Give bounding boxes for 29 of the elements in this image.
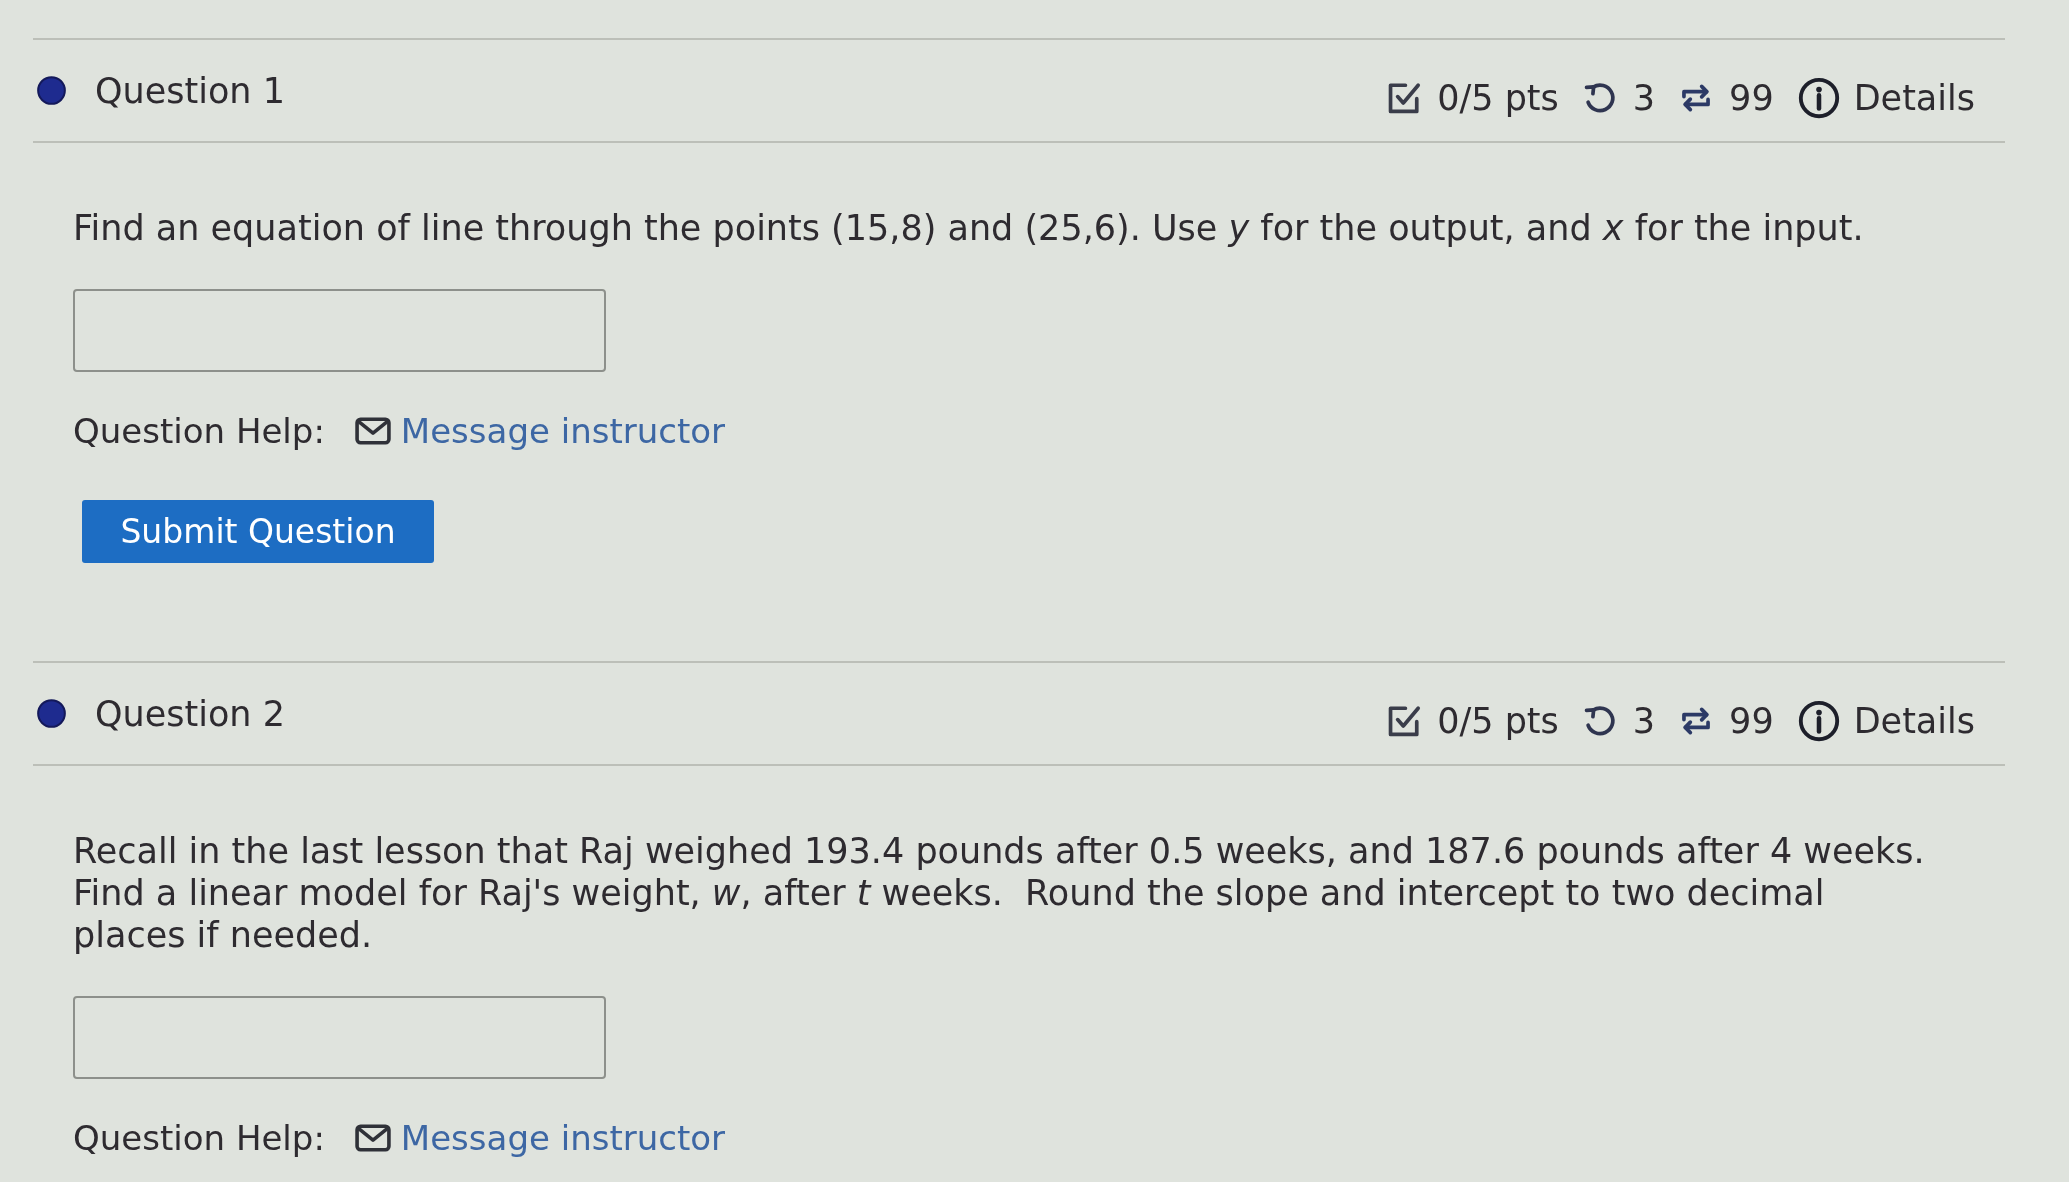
envelope-icon	[354, 417, 391, 445]
submit-button[interactable]: Submit Question	[82, 500, 434, 563]
details-button[interactable]: Details	[1797, 699, 1975, 742]
question-title: Question 1	[95, 69, 285, 112]
question-text: Find an equation of line through the points (15,8) and (25,6). Use y for the output, and x for the input.	[73, 207, 1865, 249]
counterclockwise-arrow-icon	[1582, 703, 1617, 738]
retries-count: 99	[1729, 699, 1774, 742]
help-label: Question Help:	[73, 410, 325, 453]
retries-count: 99	[1729, 76, 1774, 119]
help-label: Question Help:	[73, 1117, 325, 1160]
answer-field[interactable]	[73, 289, 606, 372]
checkbox-icon	[1387, 80, 1422, 115]
points-text: 0/5 pts	[1437, 76, 1559, 119]
info-icon	[1797, 699, 1840, 742]
question-title: Question 2	[95, 692, 285, 735]
attempts-count: 3	[1632, 699, 1656, 742]
points-text: 0/5 pts	[1437, 699, 1559, 742]
status-dot-icon	[37, 76, 66, 105]
checkbox-icon	[1387, 703, 1422, 738]
status-dot-icon	[37, 699, 66, 728]
details-button[interactable]: Details	[1797, 76, 1975, 119]
attempts-count: 3	[1632, 76, 1656, 119]
answer-field[interactable]	[73, 996, 606, 1079]
envelope-icon	[354, 1124, 391, 1152]
message-instructor-link[interactable]: Message instructor	[354, 409, 726, 453]
info-icon	[1797, 76, 1840, 119]
counterclockwise-arrow-icon	[1582, 80, 1617, 115]
question-text: Recall in the last lesson that Raj weighed 193.4 pounds after 0.5 weeks, and 187.6 pounds after 4 weeks. Find a linear model for Raj's weight, w, after t weeks. Round the slope and intercept to two decimal places if needed.	[73, 830, 1926, 956]
message-instructor-link[interactable]: Message instructor	[354, 1116, 726, 1160]
